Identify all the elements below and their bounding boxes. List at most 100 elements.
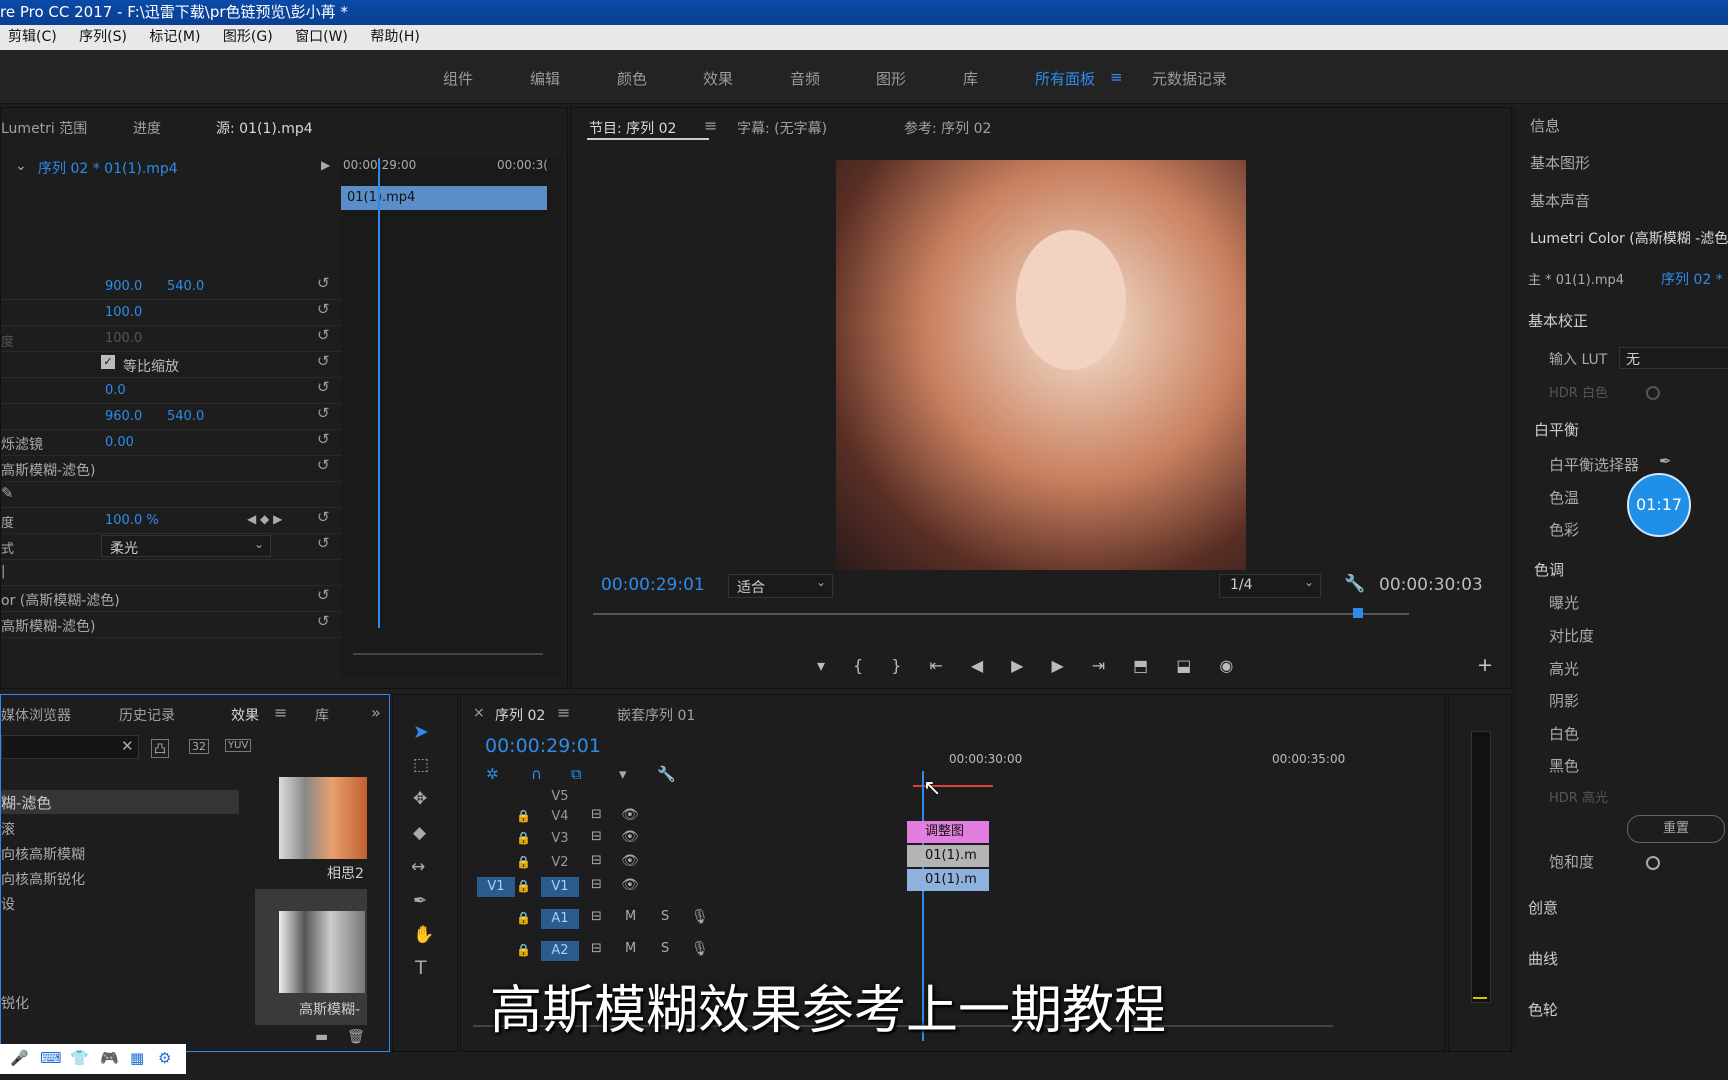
reset-icon[interactable]: ↺ <box>317 274 330 292</box>
workspace-menu-icon[interactable]: ≡ <box>1110 68 1123 86</box>
play-only-icon[interactable]: ▶ <box>321 158 330 172</box>
workspace-assembly[interactable]: 组件 <box>443 68 473 89</box>
reset-icon[interactable]: ↺ <box>317 456 330 474</box>
overflow-chevron-icon[interactable]: » <box>371 703 381 722</box>
accelerated-effects-icon[interactable]: 凸 <box>151 739 170 758</box>
essential-graphics-tab[interactable]: 基本图形 <box>1530 152 1590 173</box>
eye-icon[interactable]: 👁 <box>621 807 639 823</box>
menu-window[interactable]: 窗口(W) <box>295 29 348 45</box>
clip-v2[interactable]: 01(1).m <box>907 845 989 867</box>
track-target-v1[interactable]: V1 <box>541 877 579 897</box>
info-panel-tab[interactable]: 信息 <box>1530 115 1560 136</box>
panel-menu-icon[interactable]: ≡ <box>274 703 287 722</box>
tone-section[interactable]: 色调 <box>1534 559 1564 580</box>
menu-marker[interactable]: 标记(M) <box>149 29 200 45</box>
reset-icon[interactable]: ↺ <box>317 508 330 526</box>
toggle-sync-icon[interactable]: ⊟ <box>591 853 602 868</box>
toggle-sync-icon[interactable]: ⊟ <box>591 941 602 956</box>
clear-search-icon[interactable]: ✕ <box>121 737 134 755</box>
close-tab-icon[interactable]: × <box>473 705 485 721</box>
camera-icon[interactable]: ◉ <box>1219 656 1261 675</box>
extract-icon[interactable]: ⬓ <box>1176 656 1219 675</box>
list-item[interactable]: 滚 <box>1 819 15 839</box>
toggle-sync-icon[interactable]: ⊟ <box>591 877 602 892</box>
eye-icon[interactable]: 👁 <box>621 877 639 893</box>
essential-sound-tab[interactable]: 基本声音 <box>1530 190 1590 211</box>
toggle-sync-icon[interactable]: ⊟ <box>591 909 602 924</box>
menu-help[interactable]: 帮助(H) <box>370 29 419 45</box>
marker-icon[interactable]: ▾ <box>817 656 853 675</box>
selection-tool-icon[interactable]: ➤ <box>413 721 429 743</box>
grid-icon[interactable]: ▦ <box>130 1049 144 1067</box>
add-marker-icon[interactable]: ▾ <box>619 765 627 783</box>
anchor-x[interactable]: 960.0 <box>105 409 142 424</box>
tab-media-browser[interactable]: 媒体浏览器 <box>1 705 71 725</box>
tab-sequence-02[interactable]: 序列 02 <box>495 705 545 725</box>
reset-icon[interactable]: ↺ <box>317 534 330 552</box>
slip-tool-icon[interactable]: ↔ <box>411 857 425 877</box>
menu-clip[interactable]: 剪辑(C) <box>8 29 57 45</box>
timeline-settings-icon[interactable]: 🔧 <box>657 765 676 783</box>
tab-progress[interactable]: 进度 <box>133 118 161 138</box>
lock-icon[interactable]: 🔒 <box>516 879 531 893</box>
workspace-graphics[interactable]: 图形 <box>876 68 906 89</box>
mark-in-icon[interactable]: { <box>853 656 891 675</box>
color-wheels-section[interactable]: 色轮 <box>1528 999 1558 1020</box>
pen-tool-icon[interactable]: ✒ <box>413 891 427 911</box>
saturation-slider[interactable] <box>1646 856 1660 870</box>
keyboard-icon[interactable]: ⌨ <box>40 1049 62 1067</box>
flicker-value[interactable]: 0.00 <box>105 435 134 450</box>
clip-v1[interactable]: 01(1).m <box>907 869 989 891</box>
lock-icon[interactable]: 🔒 <box>516 911 531 925</box>
tab-lumetri-scopes[interactable]: Lumetri 范围 <box>1 118 87 138</box>
yuv-effects-icon[interactable]: YUV <box>225 739 252 752</box>
blend-mode-select[interactable]: 柔光 ⌄ <box>101 535 271 557</box>
tab-source[interactable]: 源: 01(1).mp4 <box>216 118 313 138</box>
lock-icon[interactable]: 🔒 <box>516 831 531 845</box>
reset-icon[interactable]: ↺ <box>317 430 330 448</box>
sequence-clip-select[interactable]: 序列 02 * <box>1661 269 1723 289</box>
preset-card-selected[interactable]: 高斯模糊- <box>255 889 367 1025</box>
mute-button[interactable]: M <box>625 941 636 956</box>
master-clip-select[interactable]: 主 * 01(1).mp4 <box>1528 269 1624 288</box>
clip-bar[interactable]: 01(1).mp4 <box>341 186 547 210</box>
preset-thumbnail[interactable] <box>279 777 367 859</box>
position-x[interactable]: 900.0 <box>105 279 142 294</box>
workspace-audio[interactable]: 音频 <box>790 68 820 89</box>
creative-section[interactable]: 创意 <box>1528 897 1558 918</box>
hdr-white-slider[interactable] <box>1646 386 1660 400</box>
reset-icon[interactable]: ↺ <box>317 586 330 604</box>
solo-button[interactable]: S <box>661 909 669 924</box>
play-icon[interactable]: ▶ <box>1011 656 1051 675</box>
white-balance-section[interactable]: 白平衡 <box>1534 419 1579 440</box>
adjustment-layer-clip[interactable]: 调整图 <box>907 821 989 843</box>
tab-reference[interactable]: 参考: 序列 02 <box>904 118 991 138</box>
razor-tool-icon[interactable]: ◆ <box>413 823 426 843</box>
mark-out-icon[interactable]: } <box>891 656 929 675</box>
tab-program[interactable]: 节目: 序列 02 <box>589 118 676 138</box>
scrub-bar[interactable] <box>593 613 1409 615</box>
workspace-editing[interactable]: 编辑 <box>530 68 560 89</box>
nest-toggle-icon[interactable]: ✲ <box>486 765 499 783</box>
wrench-icon[interactable]: 🔧 <box>1344 574 1365 594</box>
list-item[interactable]: 设 <box>1 894 15 914</box>
ripple-edit-tool-icon[interactable]: ✥ <box>413 789 427 809</box>
list-item-selected[interactable]: 糊-滤色 <box>1 790 239 814</box>
lumetri-color-tab[interactable]: Lumetri Color (高斯模糊 -滤色 ) <box>1530 228 1728 248</box>
linked-selection-icon[interactable]: ⧉ <box>571 765 582 783</box>
eye-icon[interactable]: 👁 <box>621 829 639 845</box>
position-y[interactable]: 540.0 <box>167 279 204 294</box>
rotation-value[interactable]: 0.0 <box>105 383 126 398</box>
track-target-a1[interactable]: A1 <box>541 909 579 929</box>
eyedropper-icon[interactable]: ✒ <box>1659 452 1672 470</box>
basic-correction-section[interactable]: 基本校正 <box>1528 310 1588 331</box>
workspace-all-panels[interactable]: 所有面板 <box>1035 68 1095 89</box>
curves-section[interactable]: 曲线 <box>1528 948 1558 969</box>
workspace-color[interactable]: 颜色 <box>617 68 647 89</box>
source-patch-v1[interactable]: V1 <box>477 877 515 897</box>
step-forward-icon[interactable]: ▶ <box>1051 656 1091 675</box>
lock-icon[interactable]: 🔒 <box>516 943 531 957</box>
lock-icon[interactable]: 🔒 <box>516 809 531 823</box>
panel-menu-icon[interactable]: ≡ <box>557 703 570 722</box>
mute-button[interactable]: M <box>625 909 636 924</box>
